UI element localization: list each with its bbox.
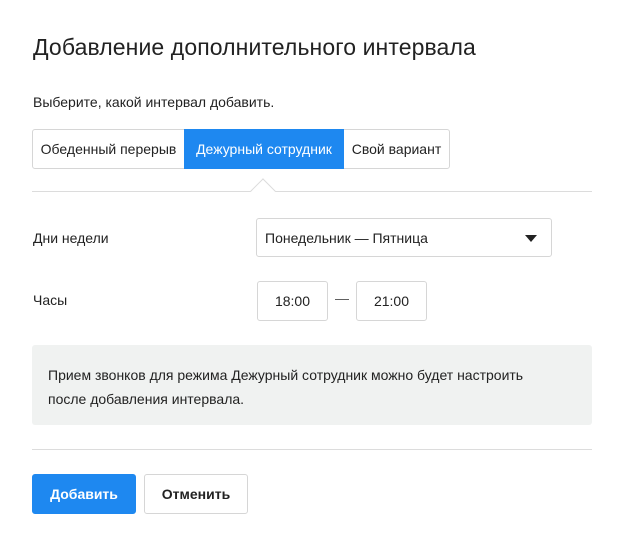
section-divider-bottom xyxy=(32,449,592,450)
selector-pointer-notch xyxy=(250,178,276,204)
cancel-button[interactable]: Отменить xyxy=(144,474,248,514)
interval-type-selector: Обеденный перерыв Дежурный сотрудник Сво… xyxy=(32,129,450,169)
days-of-week-select[interactable]: Понедельник — Пятница xyxy=(256,218,552,257)
add-button[interactable]: Добавить xyxy=(32,474,136,514)
hours-label: Часы xyxy=(33,292,68,308)
time-to-input[interactable] xyxy=(356,281,427,321)
add-interval-dialog: Добавление дополнительного интервала Выб… xyxy=(0,0,624,547)
interval-type-lunch-break[interactable]: Обеденный перерыв xyxy=(32,129,185,169)
dialog-title: Добавление дополнительного интервала xyxy=(33,34,476,60)
caret-down-icon xyxy=(525,235,537,242)
time-range-separator: — xyxy=(335,290,349,306)
info-notice: Прием звонков для режима Дежурный сотруд… xyxy=(32,345,592,425)
interval-type-custom[interactable]: Свой вариант xyxy=(343,129,450,169)
section-divider-top xyxy=(32,191,592,192)
time-from-input[interactable] xyxy=(257,281,328,321)
info-notice-line-1: Прием звонков для режима Дежурный сотруд… xyxy=(48,367,524,383)
days-of-week-value: Понедельник — Пятница xyxy=(265,229,428,246)
dialog-subtitle: Выберите, какой интервал добавить. xyxy=(33,94,275,110)
days-of-week-label: Дни недели xyxy=(33,230,109,246)
interval-type-duty-employee[interactable]: Дежурный сотрудник xyxy=(184,129,344,169)
info-notice-line-2: после добавления интервала. xyxy=(48,391,245,407)
